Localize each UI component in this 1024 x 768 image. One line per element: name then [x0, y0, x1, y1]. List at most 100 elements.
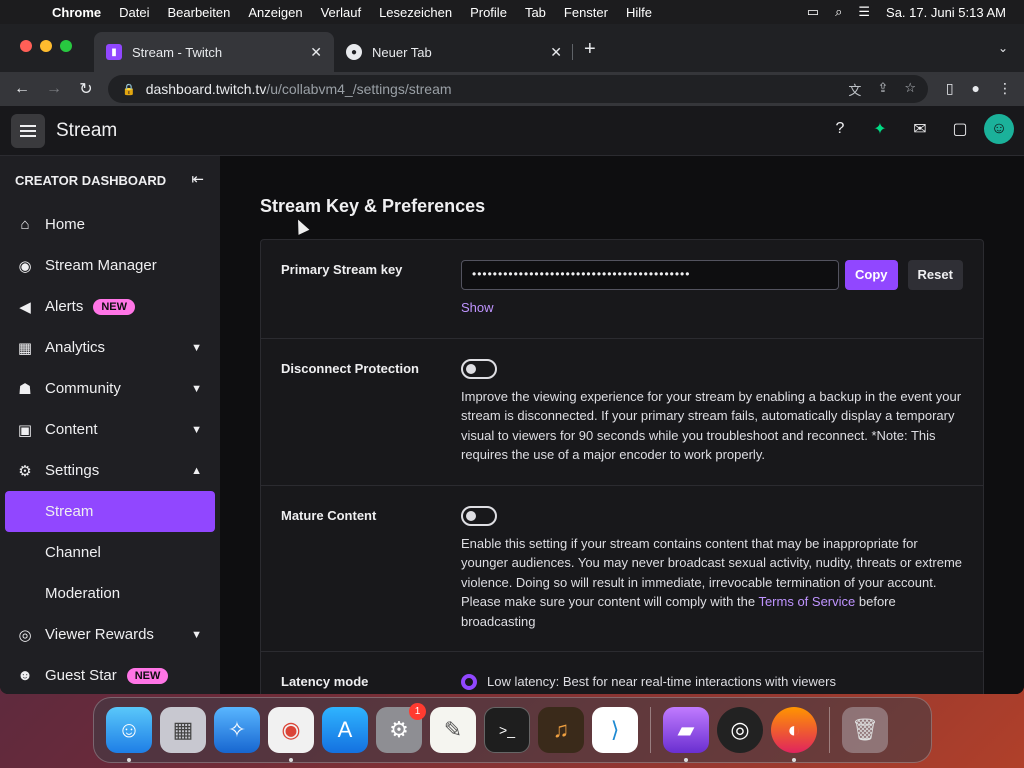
- sidebar-item-analytics[interactable]: ▦ Analytics ▼: [0, 327, 220, 368]
- system-settings-icon[interactable]: ⚙ 1: [376, 703, 426, 753]
- sidebar-item-label: Stream: [45, 503, 94, 520]
- tab-divider: [572, 44, 573, 60]
- sidebar-item-settings[interactable]: ⚙ Settings ▲: [0, 450, 220, 491]
- whispers-icon[interactable]: ▢: [940, 119, 980, 139]
- chrome-icon[interactable]: ◉: [268, 707, 314, 762]
- forward-arrow-icon[interactable]: →: [38, 80, 70, 98]
- sidebar-item-community[interactable]: ☗ Community ▼: [0, 368, 220, 409]
- profile-icon[interactable]: ●: [972, 80, 980, 97]
- firefox-icon[interactable]: ◐: [771, 707, 817, 762]
- avatar[interactable]: ☺: [984, 114, 1014, 144]
- maximize-window-button[interactable]: [60, 40, 72, 52]
- header-actions: ? ✦ ✉ ▢ ☺: [820, 114, 1014, 144]
- lock-icon[interactable]: 🔒: [122, 83, 136, 96]
- menu-tab[interactable]: Tab: [525, 5, 546, 20]
- vscode-icon[interactable]: ⟩: [592, 707, 638, 753]
- chevron-down-icon: ▼: [191, 341, 202, 354]
- menu-profile[interactable]: Profile: [470, 5, 507, 20]
- page-title: Stream: [56, 119, 118, 141]
- mature-content-label: Mature Content: [281, 507, 377, 523]
- menu-hilfe[interactable]: Hilfe: [626, 5, 652, 20]
- sidebar-item-guest-star[interactable]: ☻ Guest Star NEW: [0, 655, 220, 694]
- tab-stream-twitch[interactable]: ▮ Stream - Twitch ✕: [94, 32, 334, 72]
- menubar-clock[interactable]: Sa. 17. Juni 5:13 AM: [886, 5, 1006, 20]
- sidebar-item-content[interactable]: ▣ Content ▼: [0, 409, 220, 450]
- new-tab-icon[interactable]: +: [584, 39, 596, 59]
- trash-icon[interactable]: 🗑: [842, 707, 888, 753]
- spotlight-search-icon[interactable]: ⌕: [835, 4, 842, 20]
- menu-chrome[interactable]: Chrome: [52, 5, 101, 20]
- copy-button[interactable]: Copy: [845, 260, 898, 290]
- menu-lesezeichen[interactable]: Lesezeichen: [379, 5, 452, 20]
- kebab-menu-icon[interactable]: ⋮: [998, 80, 1012, 97]
- url-host: dashboard.twitch.tv: [145, 81, 267, 97]
- back-arrow-icon[interactable]: ←: [6, 80, 38, 98]
- menu-datei[interactable]: Datei: [119, 5, 149, 20]
- terminal-icon[interactable]: >_: [484, 707, 530, 753]
- menu-verlauf[interactable]: Verlauf: [321, 5, 361, 20]
- tab-neuer-tab[interactable]: ● Neuer Tab ✕: [334, 32, 574, 72]
- finder-icon[interactable]: ☺: [106, 707, 152, 762]
- sidepanel-icon[interactable]: ▯: [946, 80, 954, 97]
- garageband-icon[interactable]: ♫: [538, 707, 584, 753]
- latency-low-radio[interactable]: Low latency: Best for near real-time int…: [461, 672, 836, 692]
- help-icon[interactable]: ?: [820, 120, 860, 138]
- sidebar-item-label: Content: [45, 421, 98, 438]
- obs-icon[interactable]: ◎: [717, 707, 763, 753]
- notification-badge: 1: [409, 703, 426, 720]
- stream-key-controls: ••••••••••••••••••••••••••••••••••••••••…: [461, 260, 963, 290]
- collapse-sidebar-icon[interactable]: ⇤: [191, 170, 204, 188]
- show-key-link[interactable]: Show: [461, 298, 963, 318]
- sidebar-item-label: Stream Manager: [45, 257, 157, 274]
- sidebar-item-stream-manager[interactable]: ◉ Stream Manager: [0, 245, 220, 286]
- safari-icon[interactable]: ✧: [214, 707, 260, 753]
- minimize-window-button[interactable]: [40, 40, 52, 52]
- stream-key-field[interactable]: ••••••••••••••••••••••••••••••••••••••••…: [461, 260, 839, 290]
- running-indicator: [127, 758, 131, 762]
- disconnect-protection-description: Improve the viewing experience for your …: [461, 388, 962, 463]
- reset-button[interactable]: Reset: [907, 260, 963, 290]
- sidebar-item-alerts[interactable]: ◀ Alerts NEW: [0, 286, 220, 327]
- close-tab-icon[interactable]: ✕: [550, 44, 562, 61]
- sidebar-item-stream[interactable]: Stream: [5, 491, 215, 532]
- menu-anzeigen[interactable]: Anzeigen: [248, 5, 302, 20]
- menu-bearbeiten[interactable]: Bearbeiten: [167, 5, 230, 20]
- menu-fenster[interactable]: Fenster: [564, 5, 608, 20]
- screen-mirror-icon[interactable]: ▭: [807, 4, 819, 20]
- mature-content-toggle[interactable]: [461, 505, 497, 526]
- disconnect-protection-toggle[interactable]: [461, 358, 497, 379]
- sidebar-item-viewer-rewards[interactable]: ◎ Viewer Rewards ▼: [0, 614, 220, 655]
- hamburger-menu-button[interactable]: [11, 113, 45, 148]
- translate-icon[interactable]: 文: [848, 80, 861, 99]
- sidebar-item-moderation[interactable]: Moderation: [0, 573, 220, 614]
- sidebar-item-label: Moderation: [45, 585, 121, 602]
- inbox-icon[interactable]: ✉: [900, 119, 940, 139]
- sidebar-item-channel[interactable]: Channel: [0, 532, 220, 573]
- control-center-icon[interactable]: ☰: [858, 4, 870, 20]
- new-badge: NEW: [93, 298, 136, 315]
- sparkle-icon[interactable]: ✦: [860, 119, 900, 139]
- sidebar-item-home[interactable]: ⌂ Home: [0, 204, 220, 245]
- dock-divider: [829, 707, 830, 753]
- terms-of-service-link[interactable]: Terms of Service: [758, 594, 855, 609]
- guest-icon: ☻: [17, 667, 33, 684]
- launchpad-icon[interactable]: ▦: [160, 707, 206, 753]
- disconnect-protection-row: Disconnect Protection Improve the viewin…: [261, 339, 983, 486]
- tab-title: Neuer Tab: [372, 44, 432, 60]
- share-icon[interactable]: ⇪: [877, 80, 888, 99]
- bookmark-star-icon[interactable]: ☆: [904, 80, 916, 99]
- podcast-icon[interactable]: ▰: [663, 707, 709, 762]
- close-tab-icon[interactable]: ✕: [310, 44, 322, 61]
- running-indicator: [684, 758, 688, 762]
- reload-icon[interactable]: ↻: [70, 79, 102, 99]
- appstore-icon[interactable]: A: [322, 707, 368, 753]
- tab-title: Stream - Twitch: [132, 44, 223, 60]
- running-indicator: [289, 758, 293, 762]
- close-window-button[interactable]: [20, 40, 32, 52]
- sidebar-item-label: Guest Star: [45, 667, 117, 684]
- textedit-icon[interactable]: ✎: [430, 707, 476, 753]
- window-controls: [20, 40, 80, 52]
- home-icon: ⌂: [20, 216, 30, 233]
- chevron-down-icon[interactable]: ⌄: [998, 41, 1008, 55]
- address-bar[interactable]: 🔒 dashboard.twitch.tv/u/collabvm4_/setti…: [108, 75, 928, 103]
